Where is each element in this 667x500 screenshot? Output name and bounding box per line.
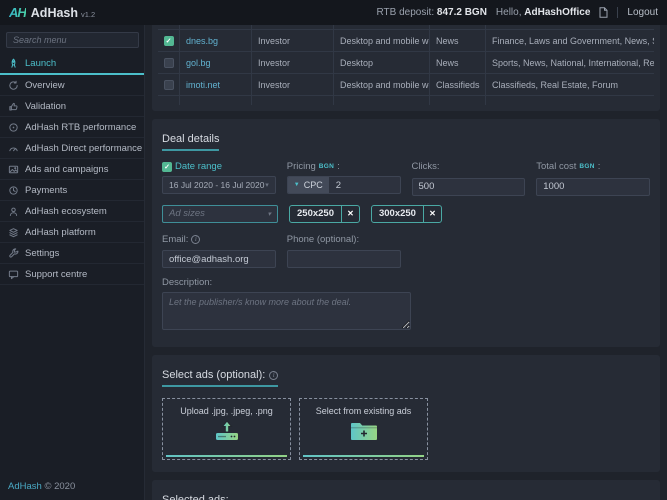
sidebar-item-ads-and-campaigns[interactable]: Ads and campaigns [0,159,144,180]
category-cell: News [430,30,486,51]
table-row: ✓ dnes.bg Investor Desktop and mobile we… [158,30,654,52]
deal-details-title: Deal details [162,133,219,151]
document-icon[interactable] [599,7,608,18]
site-link[interactable]: imoti.net [186,80,220,90]
size-tag: 300x250 ✕ [371,205,442,223]
table-row: imoti.net Investor Desktop and mobile we… [158,74,654,96]
total-cost-field: Total cost BGN : [536,161,650,196]
category-cell: News [430,52,486,73]
sidebar-item-rtb-performance[interactable]: AdHash RTB performance [0,117,144,138]
sidebar-item-overview[interactable]: Overview [0,75,144,96]
role-cell: Investor [252,30,334,51]
target-icon [8,122,19,133]
deal-details-section: Deal details ✓ Date range 16 Jul 2020 - … [152,119,660,347]
date-range-select[interactable]: 16 Jul 2020 - 16 Jul 2020 ▾ [162,176,276,194]
role-cell: Investor [252,52,334,73]
layers-icon [8,227,19,238]
close-icon[interactable]: ✕ [342,209,359,218]
email-field: Email: i [162,234,276,269]
site-link[interactable]: dnes.bg [186,36,218,46]
sidebar-item-platform[interactable]: AdHash platform [0,222,144,243]
select-ads-section: Select ads (optional): i Upload .jpg, .j… [152,355,660,472]
brand-name: AdHash [31,6,78,20]
role-cell: Investor [252,74,334,95]
wrench-icon [8,248,19,259]
table-row-cut [158,96,654,105]
total-cost-input[interactable] [536,178,650,196]
logout-button[interactable]: Logout [627,7,658,18]
pricing-value[interactable]: 2 [329,180,348,191]
sidebar-item-ecosystem[interactable]: AdHash ecosystem [0,201,144,222]
sidebar-item-direct-performance[interactable]: AdHash Direct performance [0,138,144,159]
header-divider [617,7,618,18]
gradient-bar [303,455,424,457]
devices-cell: Desktop and mobile web [334,74,430,95]
row-checkbox[interactable]: ✓ [164,36,174,46]
upload-ads-dropzone[interactable]: Upload .jpg, .jpeg, .png [162,398,291,460]
sidebar: Launch Overview Validation AdHash RTB pe… [0,25,145,500]
thumbs-up-icon [8,101,19,112]
phone-field: Phone (optional): [287,234,401,269]
chat-icon [8,269,19,280]
devices-cell: Desktop [334,52,430,73]
topics-cell: Sports, News, National, International, R… [486,52,654,73]
topics-cell: Finance, Laws and Government, News, Spor… [486,30,654,51]
size-tag: 250x250 ✕ [289,205,360,223]
clicks-field: Clicks: [412,161,526,196]
pricing-input-group: ▼ CPC 2 [287,176,401,194]
table-row: gol.bg Investor Desktop News Sports, New… [158,52,654,74]
chevron-down-icon: ▾ [267,210,271,218]
site-link[interactable]: gol.bg [186,58,211,68]
sidebar-item-payments[interactable]: Payments [0,180,144,201]
app-header: AH AdHash v1.2 RTB deposit: 847.2 BGN He… [0,0,667,25]
description-field: Description: [162,277,650,335]
pricing-field: Pricing BGN : ▼ CPC 2 [287,161,401,196]
pricing-model-dropdown[interactable]: ▼ CPC [288,177,329,193]
folder-plus-icon [349,420,379,442]
sidebar-item-support-centre[interactable]: Support centre [0,264,144,285]
username: AdHashOffice [524,7,590,18]
rocket-icon [8,58,19,69]
devices-cell: Desktop and mobile web [334,30,430,51]
select-existing-ads-button[interactable]: Select from existing ads [299,398,428,460]
selected-ads-title: Selected ads: [162,494,229,500]
publishers-table: ✓ dnes.bg Investor Desktop and mobile we… [152,25,660,111]
date-range-checkbox[interactable]: ✓ [162,162,172,172]
user-greeting: Hello, AdHashOffice [496,7,590,18]
rtb-deposit: RTB deposit: 847.2 BGN [376,7,486,18]
topics-cell: Classifieds, Real Estate, Forum [486,74,654,95]
gauge-icon [8,143,19,154]
phone-input[interactable] [287,250,401,268]
search-menu-input[interactable] [6,32,139,48]
adhash-logo-icon: AH [9,5,26,20]
row-checkbox[interactable] [164,80,174,90]
sidebar-item-settings[interactable]: Settings [0,243,144,264]
description-textarea[interactable] [162,292,411,330]
upload-icon [210,420,244,442]
sidebar-item-validation[interactable]: Validation [0,96,144,117]
circular-arrows-icon [8,80,19,91]
chevron-down-icon: ▼ [294,182,300,188]
chevron-down-icon: ▾ [265,181,269,189]
sidebar-item-launch[interactable]: Launch [0,54,144,75]
info-icon: i [191,235,200,244]
app-version: v1.2 [81,10,95,19]
clicks-input[interactable] [412,178,526,196]
row-checkbox[interactable] [164,58,174,68]
close-icon[interactable]: ✕ [424,209,441,218]
rtb-deposit-value: 847.2 BGN [437,7,487,18]
main-content: ✓ dnes.bg Investor Desktop and mobile we… [145,25,667,500]
ad-sizes-select[interactable]: Ad sizes ▾ [162,205,278,223]
clock-icon [8,185,19,196]
select-ads-title: Select ads (optional): i [162,369,278,387]
copyright: AdHash © 2020 [8,481,75,492]
date-range-field: ✓ Date range 16 Jul 2020 - 16 Jul 2020 ▾ [162,161,276,196]
info-icon: i [269,371,278,380]
email-input[interactable] [162,250,276,268]
image-icon [8,164,19,175]
person-icon [8,206,19,217]
gradient-bar [166,455,287,457]
category-cell: Classifieds [430,74,486,95]
selected-ads-section: Selected ads: To be uploaded ✕ [152,480,660,500]
